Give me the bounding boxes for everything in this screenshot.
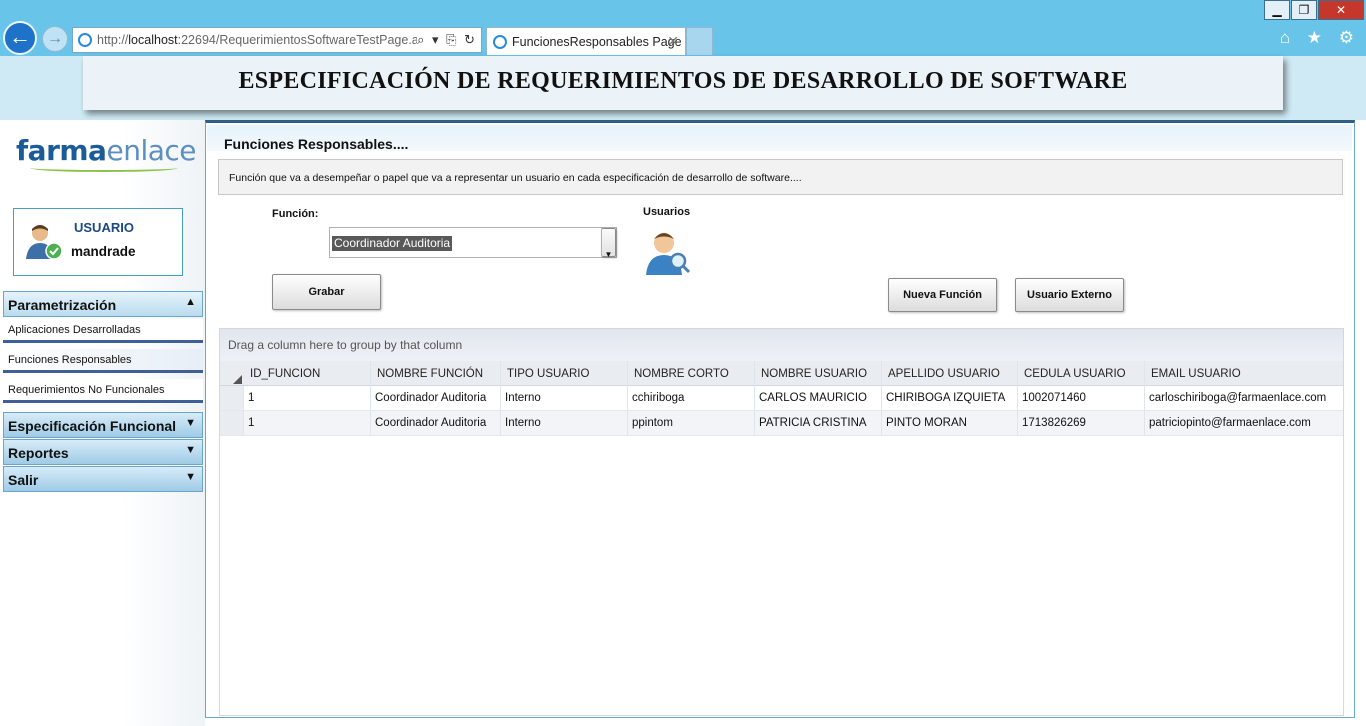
cell-cedula-usuario: 1713826269 [1018,411,1145,435]
group-by-panel[interactable]: Drag a column here to group by that colu… [220,329,1343,361]
menu-salir[interactable]: Salir ▼ [3,466,203,492]
main-panel: Funciones Responsables.... Función que v… [205,120,1355,718]
minimize-icon[interactable]: ▁ [1264,0,1290,20]
cell-nombre-funcion: Coordinador Auditoria [371,411,501,435]
cell-apellido-usuario: CHIRIBOGA IZQUIETA [882,386,1018,410]
dropdown-arrow-icon[interactable]: ▼ [601,228,616,259]
url-host: localhost [128,33,178,47]
close-tab-icon[interactable]: ✕ [667,33,679,50]
farmaenlace-logo: farmaenlace [16,134,196,167]
cell-nombre-corto: cchiriboga [628,386,755,410]
nueva-funcion-button[interactable]: Nueva Función [888,278,997,312]
ie-page-icon [78,33,92,47]
cell-tipo-usuario: Interno [501,386,628,410]
usuario-externo-button[interactable]: Usuario Externo [1015,278,1124,312]
row-indicator[interactable] [220,411,244,435]
sidebar-item-funciones[interactable]: Funciones Responsables [3,349,203,373]
chevron-down-icon: ▼ [185,417,196,429]
select-all-triangle-icon[interactable] [233,375,242,384]
funcion-label: Función: [272,208,319,220]
close-window-icon[interactable]: ✕ [1318,0,1364,20]
usuarios-label: Usuarios [643,206,691,218]
cell-id-funcion: 1 [244,411,371,435]
browser-chrome: ← → http://localhost:22694/Requerimiento… [0,0,1366,56]
chevron-down-icon: ▼ [185,471,196,483]
menu-parametrizacion[interactable]: Parametrización ▲ [3,291,203,317]
user-name: mandrade [71,244,136,259]
row-indicator[interactable] [220,386,244,410]
col-header-nombre-funcion[interactable]: NOMBRE FUNCIÓN [371,361,501,386]
funcion-select[interactable]: Coordinador Auditoria ▼ [329,227,617,259]
cell-nombre-usuario: CARLOS MAURICIO [755,386,882,410]
cell-id-funcion: 1 [244,386,371,410]
tab-title: FuncionesResponsables Page [512,35,682,49]
url-prefix: http:// [97,33,129,47]
col-header-tipo-usuario[interactable]: TIPO USUARIO [501,361,628,386]
new-tab-button[interactable] [686,27,713,55]
cell-nombre-usuario: PATRICIA CRISTINA [755,411,882,435]
forward-arrow-icon[interactable]: → [42,26,68,52]
user-avatar-icon [26,225,63,260]
logo-swoosh [30,164,178,172]
funciones-grid: Drag a column here to group by that colu… [219,328,1344,716]
chevron-up-icon: ▲ [185,296,196,308]
sidebar: farmaenlace USUARIO mandrade Parametriza… [0,120,205,726]
col-header-id-funcion[interactable]: ID_FUNCION [244,361,371,386]
address-bar[interactable]: http://localhost:22694/RequerimientosSof… [72,27,482,53]
cell-cedula-usuario: 1002071460 [1018,386,1145,410]
sidebar-item-aplicaciones[interactable]: Aplicaciones Desarrolladas [3,319,203,343]
page-title: ESPECIFICACIÓN DE REQUERIMIENTOS DE DESA… [83,56,1283,110]
funcion-selected-value: Coordinador Auditoria [332,236,453,251]
cell-apellido-usuario: PINTO MORAN [882,411,1018,435]
col-header-email-usuario[interactable]: EMAIL USUARIO [1145,361,1343,386]
browser-tab[interactable]: FuncionesResponsables Page ✕ [486,27,686,55]
table-row[interactable]: 1 Coordinador Auditoria Interno cchiribo… [220,386,1343,411]
cell-nombre-funcion: Coordinador Auditoria [371,386,501,410]
cell-email-usuario: patriciopinto@farmaenlace.com [1149,417,1311,429]
description-box: Función que va a desempeñar o papel que … [218,159,1343,195]
col-header-cedula-usuario[interactable]: CEDULA USUARIO [1018,361,1145,386]
menu-especificacion[interactable]: Especificación Funcional ▼ [3,412,203,438]
user-panel: USUARIO mandrade [13,208,183,276]
col-header-nombre-usuario[interactable]: NOMBRE USUARIO [755,361,882,386]
sidebar-item-requerimientos[interactable]: Requerimientos No Funcionales [3,379,203,403]
cell-email-usuario: carloschiriboga@farmaenlace.com [1149,392,1327,404]
page-header: ESPECIFICACIÓN DE REQUERIMIENTOS DE DESA… [0,56,1366,120]
col-header-apellido-usuario[interactable]: APELLIDO USUARIO [882,361,1018,386]
user-label: USUARIO [74,220,134,235]
restore-icon[interactable]: ❐ [1291,0,1317,20]
cell-nombre-corto: ppintom [628,411,755,435]
back-arrow-icon[interactable]: ← [3,21,37,55]
ie-tab-icon [493,35,507,49]
grid-header: ID_FUNCION NOMBRE FUNCIÓN TIPO USUARIO N… [220,361,1343,386]
user-search-icon[interactable] [642,227,692,277]
address-tools-icons[interactable]: ⌕ ▾ ⎘ ↻ [417,32,477,48]
url-path: :22694/RequerimientosSoftwareTestPage.as… [177,33,432,47]
browser-toolbar-icons[interactable]: ⌂ ★ ⚙ [1280,28,1360,48]
table-row[interactable]: 1 Coordinador Auditoria Interno ppintom … [220,411,1343,436]
grabar-button[interactable]: Grabar [272,274,381,310]
section-title: Funciones Responsables.... [207,125,1352,152]
cell-tipo-usuario: Interno [501,411,628,435]
col-header-nombre-corto[interactable]: NOMBRE CORTO [628,361,755,386]
chevron-down-icon: ▼ [185,444,196,456]
menu-reportes[interactable]: Reportes ▼ [3,439,203,465]
